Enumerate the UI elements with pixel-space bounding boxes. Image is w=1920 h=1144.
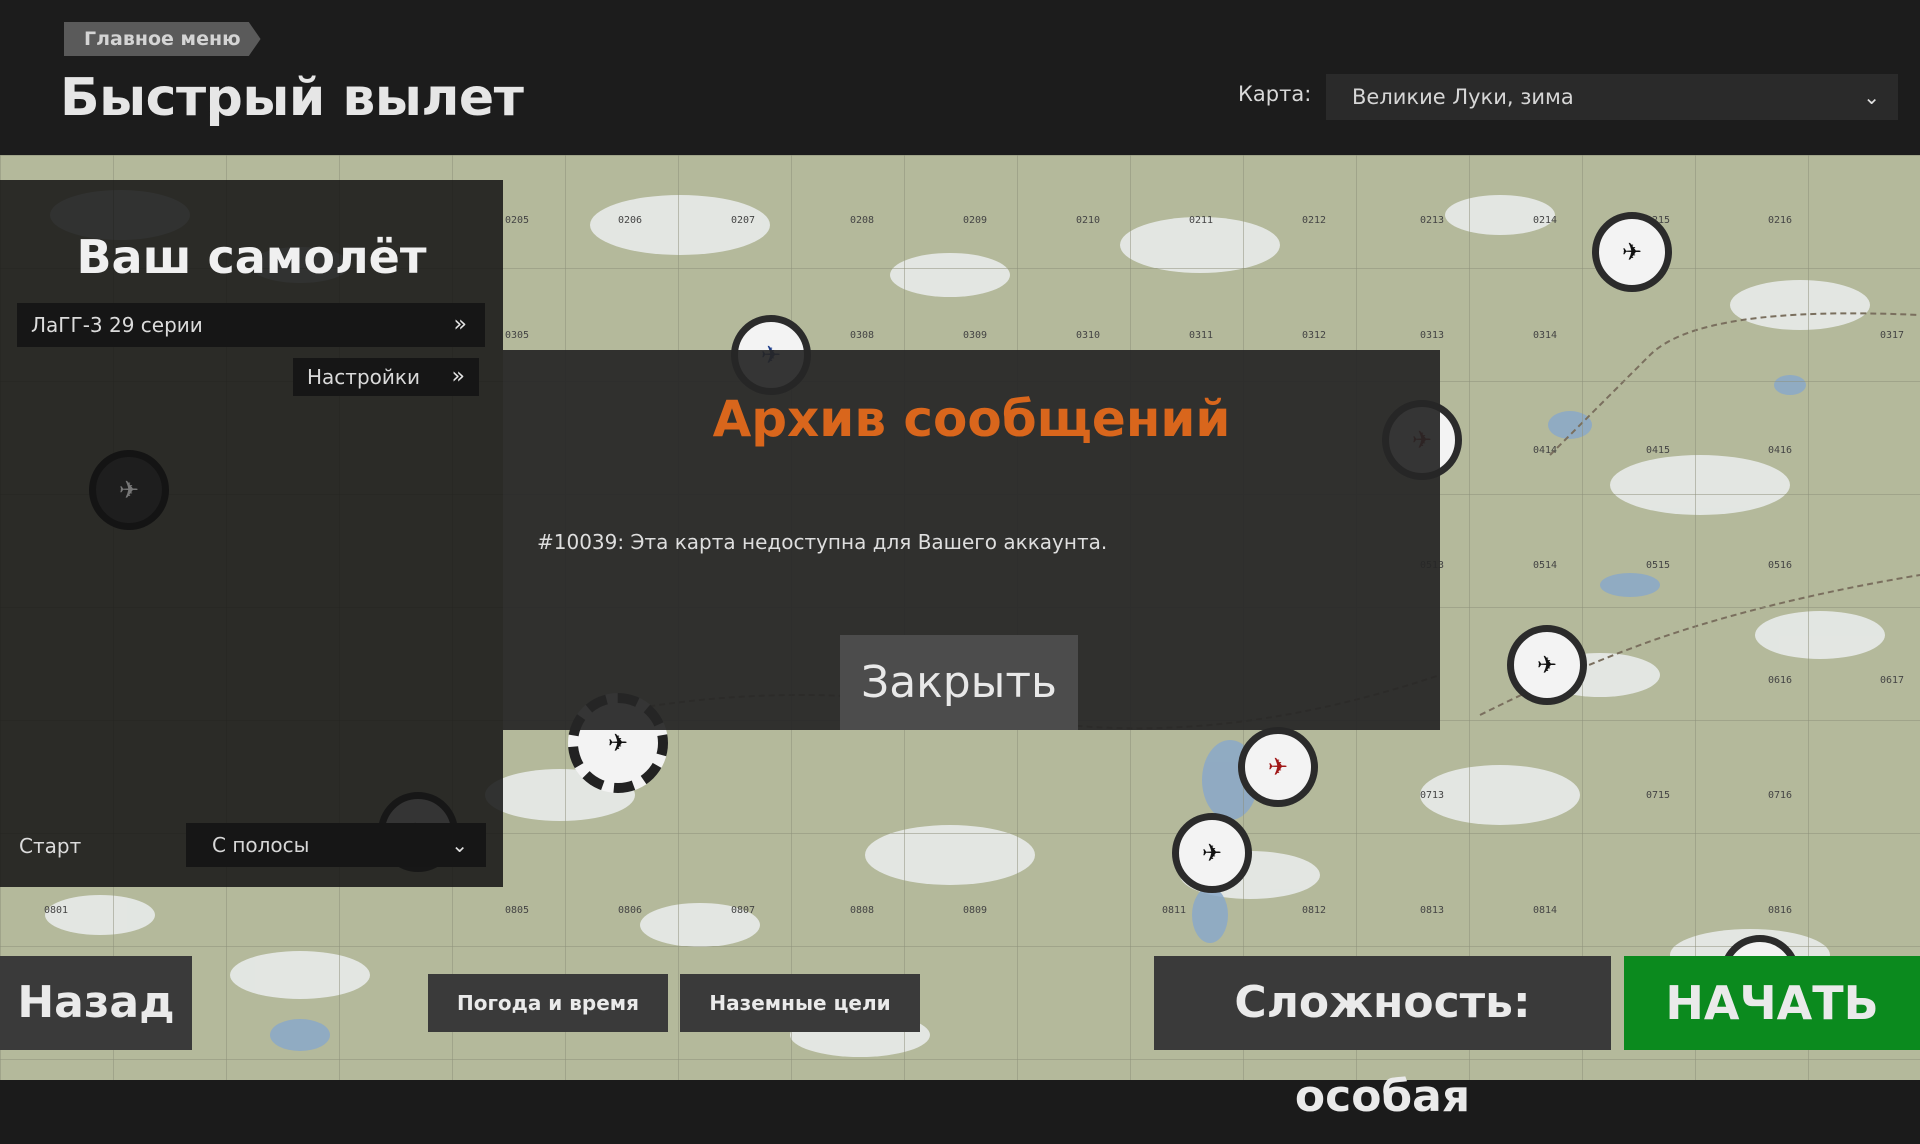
- aircraft-panel: Ваш самолёт ЛаГГ-3 29 серии » Настройки …: [0, 180, 503, 887]
- grid-label: 0310: [1076, 330, 1101, 341]
- chevron-down-icon: ⌄: [451, 833, 468, 857]
- grid-label: 0514: [1533, 560, 1558, 571]
- grid-label: 0209: [963, 215, 988, 226]
- chevron-down-icon: ⌄: [1863, 85, 1880, 109]
- close-button[interactable]: Закрыть: [840, 635, 1078, 730]
- grid-label: 0616: [1768, 675, 1793, 686]
- airplane-icon: ✈: [1621, 238, 1643, 266]
- settings-button[interactable]: Настройки »: [293, 358, 479, 396]
- grid-label: 0716: [1768, 790, 1793, 801]
- grid-label: 0311: [1189, 330, 1214, 341]
- airfield-marker[interactable]: ✈: [1238, 727, 1318, 807]
- header-bar: Главное меню Быстрый вылет Карта: Велики…: [0, 0, 1920, 155]
- grid-label: 0415: [1646, 445, 1671, 456]
- grid-label: 0214: [1533, 215, 1558, 226]
- message-archive-dialog: Архив сообщений #10039: Эта карта недост…: [503, 350, 1440, 730]
- grid-label: 0801: [44, 905, 69, 916]
- grid-label: 0812: [1302, 905, 1327, 916]
- airplane-icon: ✈: [1201, 839, 1223, 867]
- panel-title: Ваш самолёт: [76, 230, 427, 284]
- airfield-marker[interactable]: ✈: [1172, 813, 1252, 893]
- grid-label: 0213: [1420, 215, 1445, 226]
- map-label: Карта:: [1238, 82, 1312, 106]
- grid-label: 0515: [1646, 560, 1671, 571]
- grid-label: 0212: [1302, 215, 1327, 226]
- dialog-message: #10039: Эта карта недоступна для Вашего …: [537, 530, 1108, 554]
- grid-label: 0208: [850, 215, 875, 226]
- aircraft-select[interactable]: ЛаГГ-3 29 серии »: [17, 303, 485, 347]
- grid-label: 0207: [731, 215, 756, 226]
- airfield-marker[interactable]: ✈: [1507, 625, 1587, 705]
- grid-label: 0309: [963, 330, 988, 341]
- aircraft-select-value: ЛаГГ-3 29 серии: [31, 313, 203, 337]
- double-chevron-right-icon: »: [453, 312, 467, 337]
- grid-label: 0811: [1162, 905, 1187, 916]
- grid-label: 0516: [1768, 560, 1793, 571]
- grid-label: 0806: [618, 905, 643, 916]
- airplane-icon: ✈: [607, 729, 629, 757]
- grid-label: 0807: [731, 905, 756, 916]
- grid-label: 0414: [1533, 445, 1558, 456]
- difficulty-button[interactable]: Сложность: особая: [1154, 956, 1611, 1122]
- airplane-icon: ✈: [1267, 753, 1289, 781]
- grid-label: 0814: [1533, 905, 1558, 916]
- grid-label: 0312: [1302, 330, 1327, 341]
- airplane-icon: ✈: [118, 476, 140, 504]
- grid-label: 0205: [505, 215, 530, 226]
- airfield-marker[interactable]: ✈: [1592, 212, 1672, 292]
- map-select-value: Великие Луки, зима: [1352, 85, 1574, 109]
- grid-label: 0211: [1189, 215, 1214, 226]
- grid-label: 0317: [1880, 330, 1905, 341]
- grid-label: 0308: [850, 330, 875, 341]
- grid-label: 0617: [1880, 675, 1905, 686]
- grid-label: 0816: [1768, 905, 1793, 916]
- grid-label: 0206: [618, 215, 643, 226]
- grid-label: 0808: [850, 905, 875, 916]
- grid-label: 0216: [1768, 215, 1793, 226]
- airfield-marker[interactable]: ✈: [89, 450, 169, 530]
- breadcrumb-main-menu[interactable]: Главное меню: [64, 22, 261, 56]
- start-label: Старт: [19, 834, 82, 858]
- grid-label: 0715: [1646, 790, 1671, 801]
- map-select[interactable]: Великие Луки, зима ⌄: [1326, 74, 1898, 120]
- start-button[interactable]: НАЧАТЬ: [1624, 956, 1920, 1050]
- grid-label: 0805: [505, 905, 530, 916]
- page-title: Быстрый вылет: [60, 68, 524, 128]
- ground-targets-button[interactable]: Наземные цели: [680, 974, 920, 1032]
- dialog-title: Архив сообщений: [712, 390, 1231, 448]
- grid-label: 0713: [1420, 790, 1445, 801]
- settings-button-label: Настройки: [307, 365, 420, 389]
- grid-label: 0416: [1768, 445, 1793, 456]
- grid-label: 0813: [1420, 905, 1445, 916]
- grid-label: 0314: [1533, 330, 1558, 341]
- grid-label: 0313: [1420, 330, 1445, 341]
- airplane-icon: ✈: [1536, 651, 1558, 679]
- start-type-select[interactable]: С полосы ⌄: [186, 823, 486, 867]
- start-type-value: С полосы: [212, 833, 310, 857]
- grid-label: 0210: [1076, 215, 1101, 226]
- double-chevron-right-icon: »: [451, 364, 465, 389]
- back-button[interactable]: Назад: [0, 956, 192, 1050]
- grid-label: 0305: [505, 330, 530, 341]
- grid-label: 0809: [963, 905, 988, 916]
- weather-time-button[interactable]: Погода и время: [428, 974, 668, 1032]
